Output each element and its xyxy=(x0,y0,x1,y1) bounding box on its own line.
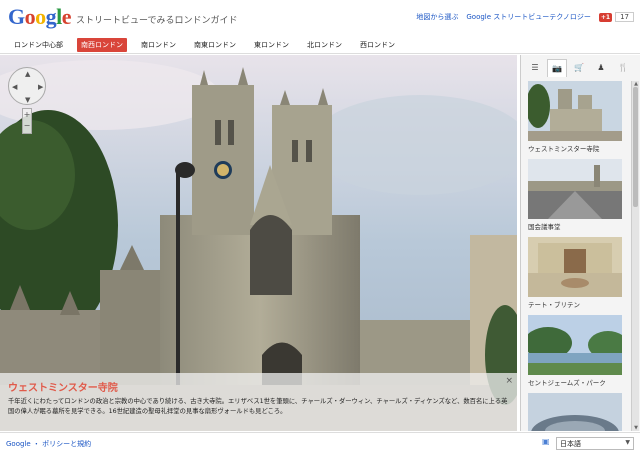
header: Google ストリートビューでみるロンドンガイド 地図から選ぶ Google … xyxy=(0,0,640,36)
language-value: 日本語 xyxy=(560,440,581,448)
nav-item[interactable]: 南西ロンドン xyxy=(77,37,127,52)
gplus-button[interactable]: +1 xyxy=(598,12,613,22)
nav-item[interactable]: 西ロンドン xyxy=(356,38,399,52)
place-thumbnail[interactable] xyxy=(528,393,622,431)
nav-item[interactable]: 南東ロンドン xyxy=(190,38,240,52)
place-title[interactable]: ウェストミンスター寺院 xyxy=(8,379,509,394)
restaurant-icon[interactable]: 🍴 xyxy=(613,59,633,77)
list-icon[interactable]: ☰ xyxy=(525,59,545,77)
gplus-widget[interactable]: +1 17 xyxy=(598,12,634,22)
thumbnail-label[interactable]: 国会議事堂 xyxy=(528,221,622,231)
nav-item[interactable]: 東ロンドン xyxy=(250,38,293,52)
google-logo[interactable]: Google xyxy=(8,4,72,30)
thumbnail-image[interactable] xyxy=(528,81,622,141)
site-title: ストリートビューでみるロンドンガイド xyxy=(76,16,238,26)
policy-link[interactable]: Google ・ ポリシーと規約 xyxy=(6,439,91,449)
language-icon: ▣ xyxy=(542,437,550,446)
scroll-down-icon[interactable]: ▼ xyxy=(632,425,640,431)
zoom-control[interactable]: + − xyxy=(22,108,32,134)
logo-letter: o xyxy=(35,4,46,29)
place-description: 千年近くにわたってロンドンの政治と宗教の中心であり続ける、古き大寺院。エリザベス… xyxy=(8,398,508,415)
nav-item[interactable]: ロンドン中心部 xyxy=(10,38,67,52)
thumbnail-image[interactable] xyxy=(528,159,622,219)
panel-tabs: ☰ 📷 🛒 ♟ 🍴 xyxy=(521,59,640,77)
pan-control[interactable]: ▲ ▼ ◀ ▶ xyxy=(8,67,46,105)
pan-down-icon[interactable]: ▼ xyxy=(25,96,30,104)
logo-letter: G xyxy=(8,4,25,29)
gplus-count: 17 xyxy=(615,12,634,22)
thumbnail-list: ウェストミンスター寺院 国会議事堂テート・ブリテン セントジェームズ・パーク xyxy=(525,81,629,431)
person-icon[interactable]: ♟ xyxy=(591,59,611,77)
chevron-down-icon: ▼ xyxy=(625,439,630,446)
place-thumbnail[interactable]: 国会議事堂 xyxy=(528,159,622,231)
logo-letter: e xyxy=(61,4,72,29)
header-links: 地図から選ぶ Google ストリートビューテクノロジー +1 17 xyxy=(416,12,634,22)
camera-icon[interactable]: 📷 xyxy=(547,59,567,77)
pan-up-icon[interactable]: ▲ xyxy=(25,70,30,78)
streetview-tech-link[interactable]: Google ストリートビューテクノロジー xyxy=(466,12,591,22)
map-select-link[interactable]: 地図から選ぶ xyxy=(416,12,458,22)
street-view[interactable]: ▲ ▼ ◀ ▶ + − ウェストミンスター寺院 千年近くにわたってロンドンの政治… xyxy=(0,55,517,431)
thumbnail-label[interactable]: ウェストミンスター寺院 xyxy=(528,143,622,153)
pan-right-icon[interactable]: ▶ xyxy=(38,83,43,91)
thumbnail-image[interactable] xyxy=(528,237,622,297)
region-nav: ロンドン中心部 南西ロンドン 南ロンドン 南東ロンドン 東ロンドン 北ロンドン 西ロンドン xyxy=(0,36,640,54)
nav-item[interactable]: 南ロンドン xyxy=(137,38,180,52)
thumbnail-image[interactable] xyxy=(528,315,622,375)
pan-left-icon[interactable]: ◀ xyxy=(12,83,17,91)
place-thumbnail[interactable]: テート・ブリテン xyxy=(528,237,622,309)
scroll-thumb[interactable] xyxy=(633,87,638,207)
place-caption: ウェストミンスター寺院 千年近くにわたってロンドンの政治と宗教の中心であり続ける… xyxy=(0,373,517,431)
nav-item[interactable]: 北ロンドン xyxy=(303,38,346,52)
thumbnail-label[interactable]: セントジェームズ・パーク xyxy=(528,377,622,387)
place-thumbnail[interactable]: ウェストミンスター寺院 xyxy=(528,81,622,153)
logo-letter: g xyxy=(45,4,57,29)
thumbnail-label[interactable]: テート・ブリテン xyxy=(528,299,622,309)
scrollbar[interactable]: ▲ ▼ xyxy=(631,81,639,431)
shopping-cart-icon[interactable]: 🛒 xyxy=(569,59,589,77)
side-panel: ☰ 📷 🛒 ♟ 🍴 ウェストミンスター寺院 国会議事堂テート・ブリテン セントジェームズ・パ… xyxy=(520,55,640,431)
logo-letter: o xyxy=(24,4,36,29)
zoom-in-icon[interactable]: + xyxy=(23,109,31,120)
close-icon[interactable]: × xyxy=(505,376,513,386)
language-select[interactable]: 日本語 ▼ xyxy=(556,437,634,450)
footer: Google ・ ポリシーと規約 ▣ 日本語 ▼ xyxy=(0,432,640,453)
thumbnail-image[interactable] xyxy=(528,393,622,431)
zoom-out-icon[interactable]: − xyxy=(23,120,31,131)
place-thumbnail[interactable]: セントジェームズ・パーク xyxy=(528,315,622,387)
